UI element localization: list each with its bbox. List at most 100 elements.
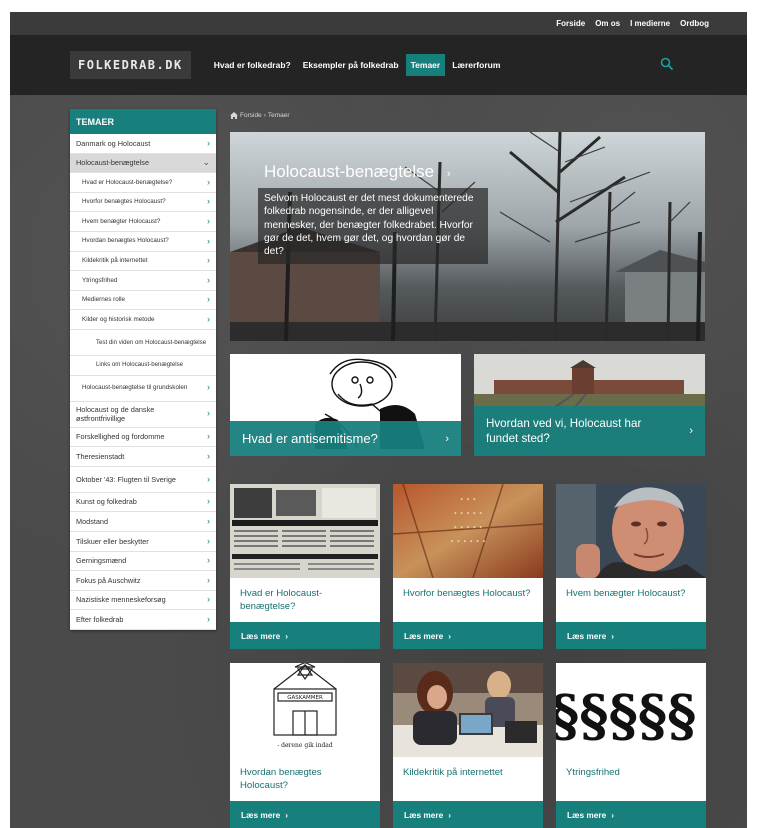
feature-fundet-sted-band: Hvordan ved vi, Holocaust har fundet ste… <box>474 406 705 456</box>
sidebar-item[interactable]: Kunst og folkedrab › <box>70 493 216 513</box>
nav-temaer[interactable]: Temaer <box>405 54 446 76</box>
sidebar-item-label: Kildekritik på internettet <box>82 256 148 264</box>
sidebar-item-label: Nazistiske menneskeforsøg <box>76 595 166 605</box>
read-more-button[interactable]: Læs mere › <box>393 801 543 828</box>
sidebar-item[interactable]: Efter folkedrab › <box>70 610 216 630</box>
newspaper-clippings-image <box>230 484 380 578</box>
chevron-right-icon: › <box>448 630 451 641</box>
sidebar-item[interactable]: Hvem benægter Holocaust? › <box>70 212 216 232</box>
chevron-right-icon: › <box>207 382 210 393</box>
chevron-right-icon: › <box>207 216 210 227</box>
sidebar-item[interactable]: Fokus på Auschwitz › <box>70 571 216 591</box>
sidebar-item[interactable]: Oktober '43: Flugten til Sverige › <box>70 467 216 493</box>
feature-antisemitisme-title: Hvad er antisemitisme? <box>242 431 378 446</box>
sidebar-item[interactable]: Test din viden om Holocaust-benægtelse <box>70 330 216 356</box>
card-hvem[interactable]: Hvem benægter Holocaust? Læs mere › <box>556 484 706 649</box>
search-icon <box>660 57 674 71</box>
card-image-gaskammer: GASKAMMER - dørene gik indad <box>230 663 380 757</box>
card-hvordan[interactable]: GASKAMMER - dørene gik indad Hvordan ben… <box>230 663 380 828</box>
sidebar-item[interactable]: Hvorfor benægtes Holocaust? › <box>70 193 216 213</box>
sidebar-item[interactable]: Ytringsfrihed › <box>70 271 216 291</box>
read-more-label: Læs mere <box>567 630 607 641</box>
read-more-button[interactable]: Læs mere › <box>556 622 706 649</box>
chevron-right-icon: › <box>207 235 210 246</box>
sidebar-item[interactable]: Modstand › <box>70 512 216 532</box>
chevron-right-icon: › <box>207 255 210 266</box>
sidebar-item-label: Holocaust og de danske østfrontfrivillig… <box>76 404 155 424</box>
sidebar-item-label: Holocaust-benægtelse til grundskolen <box>82 384 188 392</box>
hero-banner[interactable]: Holocaust-benægtelse › Selvom Holocaust … <box>230 132 705 341</box>
sidebar-item-label: Links om Holocaust-benægtelse <box>96 361 184 369</box>
read-more-label: Læs mere <box>241 809 281 820</box>
card-title[interactable]: Hvad er Holocaust-benægtelse? <box>240 587 372 614</box>
card-title[interactable]: Hvorfor benægtes Holocaust? <box>403 587 535 600</box>
sidebar-item[interactable]: Hvad er Holocaust-benægtelse? › <box>70 173 216 193</box>
sidebar-item[interactable]: Holocaust-benægtelse ⌄ <box>70 153 216 174</box>
hero-chevron-icon: › <box>446 168 451 180</box>
sidebar-item[interactable]: Hvordan benægtes Holocaust? › <box>70 232 216 252</box>
sidebar-item[interactable]: Theresienstadt › <box>70 447 216 467</box>
read-more-button[interactable]: Læs mere › <box>230 622 380 649</box>
svg-text:• • • • • •: • • • • • • <box>450 538 486 546</box>
sidebar-item-label: Test din viden om Holocaust-benægtelse <box>96 338 207 346</box>
sidebar-item[interactable]: Holocaust-benægtelse til grundskolen › <box>70 376 216 402</box>
chevron-right-icon: › <box>611 809 614 820</box>
chevron-right-icon: › <box>207 473 210 484</box>
read-more-button[interactable]: Læs mere › <box>393 622 543 649</box>
sidebar-item-label: Fokus på Auschwitz <box>76 575 141 585</box>
card-kildekritik[interactable]: Kildekritik på internettet Læs mere › <box>393 663 543 828</box>
card-image-paragraphs: §§§§§ <box>556 663 706 757</box>
nav-eksempler[interactable]: Eksempler på folkedrab <box>298 54 404 76</box>
nav-hvad-er-folkedrab[interactable]: Hvad er folkedrab? <box>209 54 296 76</box>
sidebar-item[interactable]: Gerningsmænd › <box>70 552 216 572</box>
topnav-om-os[interactable]: Om os <box>595 19 620 28</box>
breadcrumb-home[interactable]: Forside <box>240 112 262 119</box>
card-title[interactable]: Hvordan benægtes Holocaust? <box>240 766 372 793</box>
sidebar-item-label: Theresienstadt <box>76 451 125 461</box>
paragraph-signs-text: §§§§§ <box>556 683 696 749</box>
sidebar-item[interactable]: Kildekritik på internettet › <box>70 252 216 272</box>
sidebar-item[interactable]: Kilder og historisk metode › <box>70 310 216 330</box>
card-title[interactable]: Hvem benægter Holocaust? <box>566 587 698 600</box>
sidebar-item[interactable]: Holocaust og de danske østfrontfrivillig… <box>70 402 216 428</box>
chevron-right-icon: › <box>207 496 210 507</box>
read-more-label: Læs mere <box>404 809 444 820</box>
chevron-right-icon: › <box>207 555 210 566</box>
topnav-ordbog[interactable]: Ordbog <box>680 19 709 28</box>
painting-text-image: • • • • • • • • • • • • • • • • • • • <box>393 484 543 578</box>
card-hvad-er[interactable]: Hvad er Holocaust-benægtelse? Læs mere › <box>230 484 380 649</box>
chevron-right-icon: › <box>207 594 210 605</box>
chevron-right-icon: › <box>285 809 288 820</box>
sidebar-themes: TEMAER Danmark og Holocaust › Holocaust-be… <box>70 109 216 630</box>
topnav-i-medierne[interactable]: I medierne <box>630 19 670 28</box>
nav-laererforum[interactable]: Lærerforum <box>447 54 505 76</box>
read-more-button[interactable]: Læs mere › <box>230 801 380 828</box>
sidebar-item[interactable]: Tilskuer eller beskytter › <box>70 532 216 552</box>
chevron-right-icon: › <box>207 314 210 325</box>
feature-antisemitisme[interactable]: Hvad er antisemitisme? › <box>230 354 461 456</box>
card-hvorfor[interactable]: • • • • • • • • • • • • • • • • • • • Hv… <box>393 484 543 649</box>
site-logo[interactable]: FOLKEDRAB.DK <box>70 51 191 79</box>
hero-title[interactable]: Holocaust-benægtelse › <box>264 162 451 182</box>
sidebar-item[interactable]: Nazistiske menneskeforsøg › <box>70 591 216 611</box>
card-image-painting: • • • • • • • • • • • • • • • • • • • <box>393 484 543 578</box>
sidebar-item[interactable]: Links om Holocaust-benægtelse <box>70 356 216 376</box>
sidebar-item-label: Modstand <box>76 517 109 527</box>
paragraph-signs-image: §§§§§ <box>556 663 706 757</box>
card-title[interactable]: Kildekritik på internettet <box>403 766 535 779</box>
read-more-button[interactable]: Læs mere › <box>556 801 706 828</box>
read-more-label: Læs mere <box>567 809 607 820</box>
search-button[interactable] <box>660 57 674 71</box>
card-title[interactable]: Ytringsfrihed <box>566 766 698 779</box>
sidebar-item-label: Hvad er Holocaust-benægtelse? <box>82 178 173 186</box>
sidebar-item[interactable]: Danmark og Holocaust › <box>70 134 216 154</box>
chevron-right-icon: › <box>207 535 210 546</box>
chevron-down-icon: ⌄ <box>202 157 210 168</box>
sidebar-item-label: Gerningsmænd <box>76 556 127 566</box>
card-ytringsfrihed[interactable]: §§§§§ Ytringsfrihed Læs mere › <box>556 663 706 828</box>
sidebar-item[interactable]: Forskellighed og fordomme › <box>70 428 216 448</box>
sidebar-item-label: Kilder og historisk metode <box>82 315 155 323</box>
feature-fundet-sted[interactable]: Hvordan ved vi, Holocaust har fundet ste… <box>474 354 705 456</box>
topnav-forside[interactable]: Forside <box>556 19 585 28</box>
sidebar-item[interactable]: Mediernes rolle › <box>70 291 216 311</box>
